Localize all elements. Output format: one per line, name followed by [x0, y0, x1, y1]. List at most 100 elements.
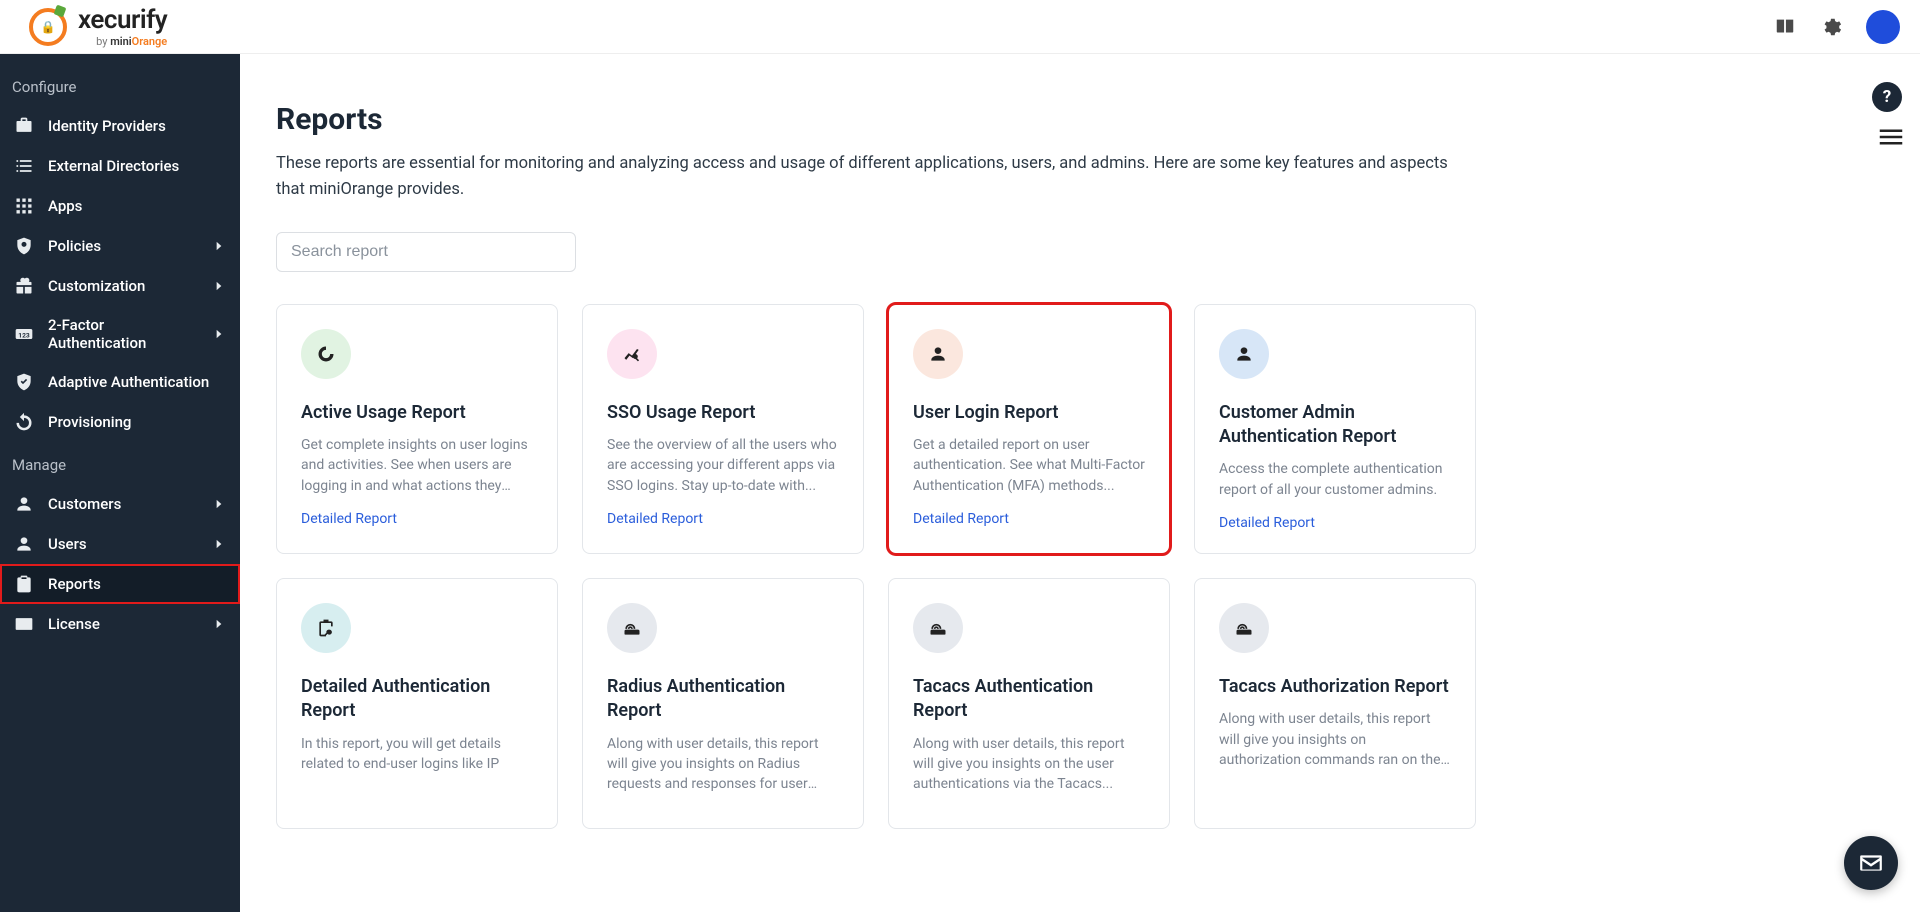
sidebar-item-apps[interactable]: Apps — [0, 186, 240, 226]
sidebar-item-label: Apps — [48, 197, 226, 215]
page-title: Reports — [276, 102, 1860, 137]
topbar-actions — [1774, 10, 1900, 44]
sidebar-item-external-directories[interactable]: External Directories — [0, 146, 240, 186]
help-button[interactable]: ? — [1872, 82, 1902, 112]
report-card-active-usage-report[interactable]: Active Usage Report Get complete insights… — [276, 304, 558, 554]
sidebar-item-users[interactable]: Users — [0, 524, 240, 564]
card-icon-wrap — [301, 329, 351, 379]
search-report-input[interactable] — [276, 232, 576, 272]
card-title: Customer Admin Authentication Report — [1219, 401, 1451, 450]
card-icon-wrap — [913, 603, 963, 653]
brand-logo[interactable]: 🔒 xecurify by miniOrange — [20, 7, 167, 47]
chevron-right-icon — [212, 617, 226, 631]
settings-gear-icon[interactable] — [1820, 16, 1842, 38]
card-title: Tacacs Authentication Report — [913, 675, 1145, 724]
sidebar-item-reports[interactable]: Reports — [0, 564, 240, 604]
trend-search-icon — [622, 344, 642, 364]
router-icon — [622, 618, 642, 638]
sidebar-item-label: Users — [48, 535, 198, 553]
sidebar-item-label: Reports — [48, 575, 226, 593]
sidebar-item-label: 2-Factor Authentication — [48, 316, 198, 352]
person-icon — [928, 344, 948, 364]
contact-fab[interactable] — [1844, 836, 1898, 890]
sidebar-item-policies[interactable]: Policies — [0, 226, 240, 266]
card-title: SSO Usage Report — [607, 401, 839, 425]
card-title: Active Usage Report — [301, 401, 533, 425]
menu-icon — [1876, 122, 1906, 152]
card-icon-wrap — [301, 603, 351, 653]
sidebar-item-label: Provisioning — [48, 413, 226, 431]
user-avatar[interactable] — [1866, 10, 1900, 44]
sidebar-item-customization[interactable]: Customization — [0, 266, 240, 306]
person-icon — [1234, 344, 1254, 364]
sidebar-item-label: External Directories — [48, 157, 226, 175]
person-icon — [14, 494, 34, 514]
sidebar-item-customers[interactable]: Customers — [0, 484, 240, 524]
chevron-right-icon — [212, 537, 226, 551]
card-icon-wrap — [607, 329, 657, 379]
card-icon-wrap — [1219, 603, 1269, 653]
sidebar-item-license[interactable]: License — [0, 604, 240, 644]
sidebar-item-label: Adaptive Authentication — [48, 373, 226, 391]
card-title: Detailed Authentication Report — [301, 675, 533, 724]
brand-text: xecurify by miniOrange — [78, 7, 167, 47]
detailed-report-link[interactable]: Detailed Report — [1219, 515, 1315, 531]
list-stack-icon — [14, 156, 34, 176]
sidebar-item-label: Customers — [48, 495, 198, 513]
report-card-detailed-authentication-report[interactable]: Detailed Authentication Report In this re… — [276, 578, 558, 829]
card-title: User Login Report — [913, 401, 1145, 425]
card-icon-wrap — [607, 603, 657, 653]
report-card-tacacs-authorization-report[interactable]: Tacacs Authorization Report Along with us… — [1194, 578, 1476, 829]
card-description: Get complete insights on user logins and… — [301, 435, 533, 496]
sidebar-item-label: Identity Providers — [48, 117, 226, 135]
docs-icon[interactable] — [1774, 16, 1796, 38]
detailed-report-link[interactable]: Detailed Report — [607, 511, 703, 527]
shield-gear-icon — [14, 236, 34, 256]
clip-search-icon — [316, 618, 336, 638]
card-description: Along with user details, this report wil… — [913, 734, 1145, 795]
sidebar-section-manage: Manage — [0, 448, 240, 484]
panel-toggle-button[interactable] — [1876, 122, 1906, 156]
clipboard-icon — [14, 574, 34, 594]
router-icon — [1234, 618, 1254, 638]
page-description: These reports are essential for monitori… — [276, 151, 1456, 204]
detailed-report-link[interactable]: Detailed Report — [301, 511, 397, 527]
report-card-tacacs-authentication-report[interactable]: Tacacs Authentication Report Along with u… — [888, 578, 1170, 829]
person-icon — [14, 534, 34, 554]
card-description: In this report, you will get details rel… — [301, 734, 533, 775]
card-description: See the overview of all the users who ar… — [607, 435, 839, 496]
sidebar-item-2-factor-authentication[interactable]: 2-Factor Authentication — [0, 306, 240, 362]
card-icon-wrap — [913, 329, 963, 379]
card-title: Tacacs Authorization Report — [1219, 675, 1451, 699]
card-description: Along with user details, this report wil… — [1219, 709, 1451, 770]
topbar: 🔒 xecurify by miniOrange — [0, 0, 1920, 54]
mail-icon — [1858, 850, 1884, 876]
report-card-user-login-report[interactable]: User Login ReportGet a detailed report o… — [888, 304, 1170, 554]
card-description: Access the complete authentication repor… — [1219, 459, 1451, 500]
sidebar-item-adaptive-authentication[interactable]: Adaptive Authentication — [0, 362, 240, 402]
123-icon — [14, 324, 34, 344]
sidebar-item-provisioning[interactable]: Provisioning — [0, 402, 240, 442]
sync-icon — [14, 412, 34, 432]
chevron-right-icon — [212, 497, 226, 511]
report-card-sso-usage-report[interactable]: SSO Usage Report See the overview of all … — [582, 304, 864, 554]
card-title: Radius Authentication Report — [607, 675, 839, 724]
router-icon — [928, 618, 948, 638]
report-card-customer-admin-authentication-report[interactable]: Customer Admin Authentication Report Acce… — [1194, 304, 1476, 554]
shield-check-icon — [14, 372, 34, 392]
chevron-right-icon — [212, 239, 226, 253]
sidebar-item-label: Policies — [48, 237, 198, 255]
report-card-radius-authentication-report[interactable]: Radius Authentication Report Along with u… — [582, 578, 864, 829]
detailed-report-link[interactable]: Detailed Report — [913, 511, 1009, 527]
gift-icon — [14, 276, 34, 296]
card-icon — [14, 614, 34, 634]
sidebar-item-label: License — [48, 615, 198, 633]
card-icon-wrap — [1219, 329, 1269, 379]
report-cards-grid: Active Usage Report Get complete insights… — [276, 304, 1476, 830]
card-description: Along with user details, this report wil… — [607, 734, 839, 795]
grid-icon — [14, 196, 34, 216]
chevron-right-icon — [212, 279, 226, 293]
sidebar-item-label: Customization — [48, 277, 198, 295]
sidebar-section-configure: Configure — [0, 70, 240, 106]
sidebar-item-identity-providers[interactable]: Identity Providers — [0, 106, 240, 146]
